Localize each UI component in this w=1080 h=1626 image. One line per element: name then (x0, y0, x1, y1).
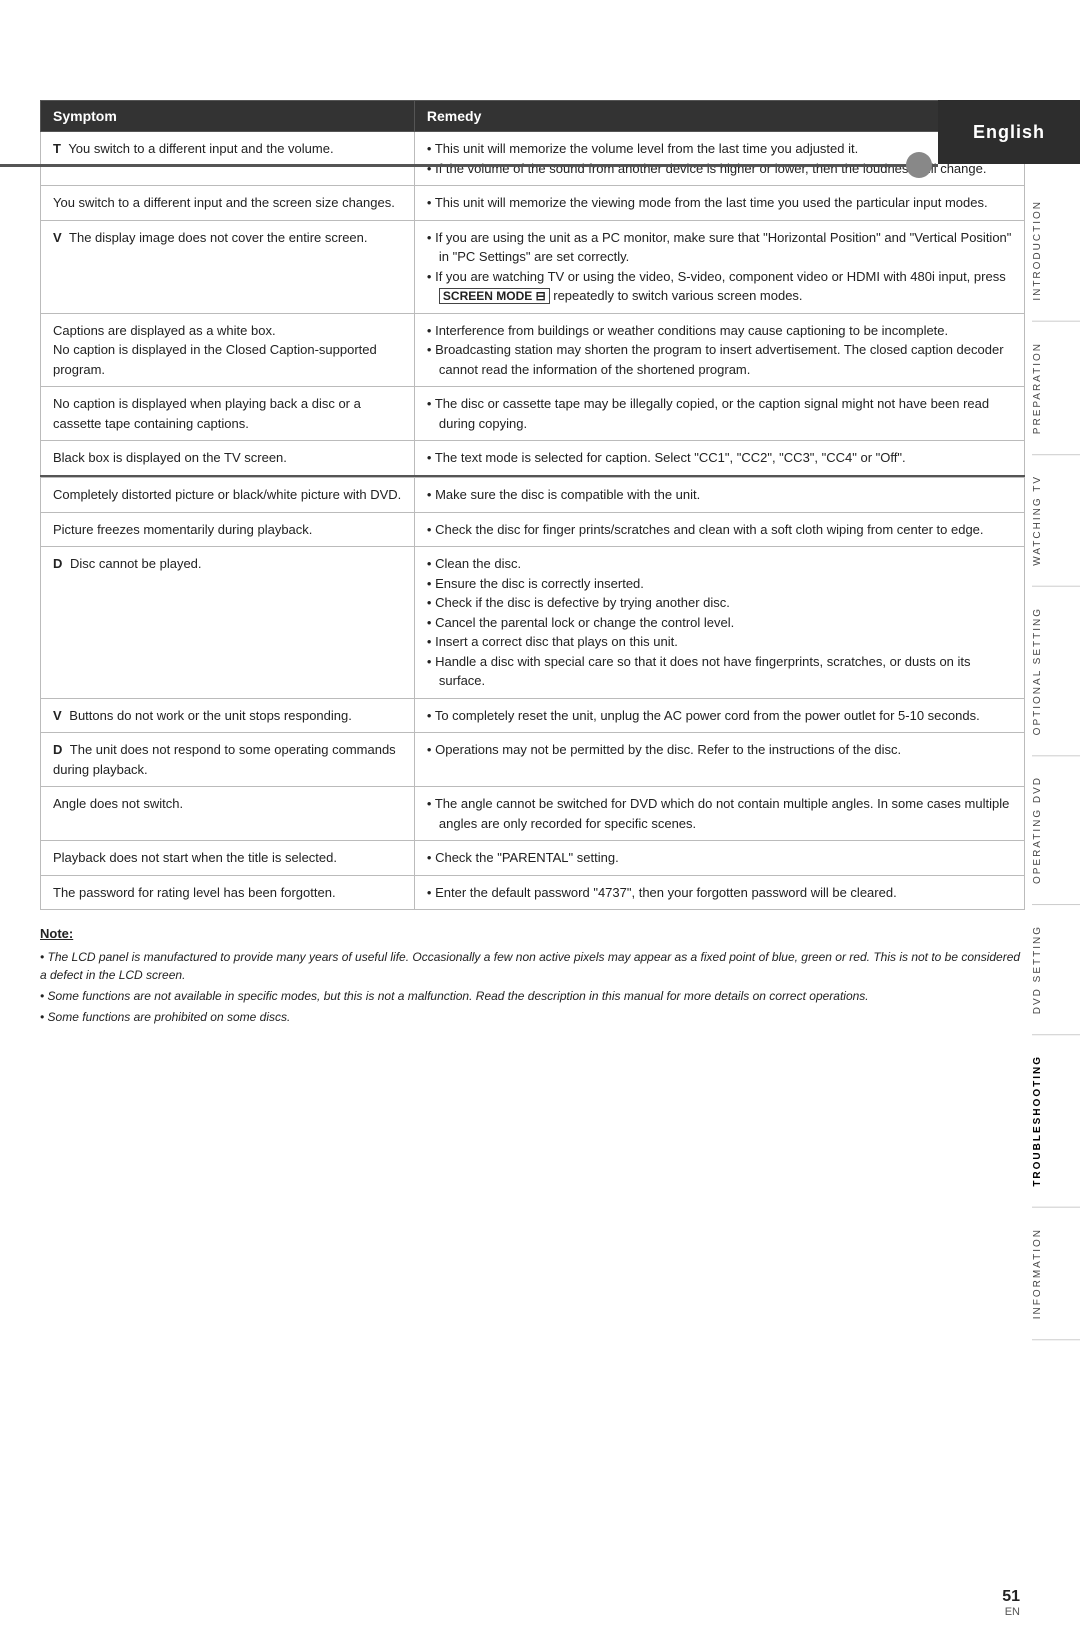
remedy-item: Check the disc for finger prints/scratch… (427, 520, 1012, 540)
remedy-cell: If you are using the unit as a PC monito… (414, 220, 1024, 313)
screen-mode-label: SCREEN MODE ⊟ (439, 288, 550, 304)
symptom-cell: Completely distorted picture or black/wh… (41, 478, 415, 513)
remedy-item: This unit will memorize the viewing mode… (427, 193, 1012, 213)
remedy-item: To completely reset the unit, unplug the… (427, 706, 1012, 726)
remedy-item: The disc or cassette tape may be illegal… (427, 394, 1012, 433)
row-marker: T (53, 139, 61, 159)
table-row: V Buttons do not work or the unit stops … (41, 698, 1025, 733)
page-number: 51 (1002, 1588, 1020, 1606)
remedy-item: Handle a disc with special care so that … (427, 652, 1012, 691)
page-lang: EN (1005, 1606, 1020, 1618)
remedy-item: Ensure the disc is correctly inserted. (427, 574, 1012, 594)
symptom-cell: Angle does not switch. (41, 787, 415, 841)
remedy-item: Broadcasting station may shorten the pro… (427, 340, 1012, 379)
col-header-symptom: Symptom (41, 101, 415, 132)
note-section: Note: The LCD panel is manufactured to p… (40, 924, 1025, 1026)
table-row: The password for rating level has been f… (41, 875, 1025, 910)
table-row: You switch to a different input and the … (41, 186, 1025, 221)
note-list: The LCD panel is manufactured to provide… (40, 948, 1025, 1026)
remedy-cell: Make sure the disc is compatible with th… (414, 478, 1024, 513)
remedy-cell: This unit will memorize the volume level… (414, 132, 1024, 186)
troubleshooting-table: Symptom Remedy T You switch to a differe… (40, 100, 1025, 910)
table-row: Completely distorted picture or black/wh… (41, 478, 1025, 513)
symptom-cell: V Buttons do not work or the unit stops … (41, 698, 415, 733)
remedy-cell: Enter the default password "4737", then … (414, 875, 1024, 910)
table-row: No caption is displayed when playing bac… (41, 387, 1025, 441)
symptom-cell: You switch to a different input and the … (41, 186, 415, 221)
table-row: V The display image does not cover the e… (41, 220, 1025, 313)
symptom-cell: T You switch to a different input and th… (41, 132, 415, 186)
remedy-item: Check if the disc is defective by trying… (427, 593, 1012, 613)
right-sidebar: INTRODUCTION PREPARATION WATCHING TV OPT… (1032, 100, 1080, 1626)
sidebar-preparation: PREPARATION (1032, 322, 1080, 455)
table-row: Playback does not start when the title i… (41, 841, 1025, 876)
remedy-item: The text mode is selected for caption. S… (427, 448, 1012, 468)
sidebar-operating-dvd: OPERATING DVD (1032, 756, 1080, 905)
remedy-cell: The text mode is selected for caption. S… (414, 441, 1024, 476)
symptom-cell: Playback does not start when the title i… (41, 841, 415, 876)
note-item: The LCD panel is manufactured to provide… (40, 948, 1025, 984)
table-row: D The unit does not respond to some oper… (41, 733, 1025, 787)
symptom-cell: Picture freezes momentarily during playb… (41, 512, 415, 547)
remedy-item: Clean the disc. (427, 554, 1012, 574)
sidebar-optional-setting: OPTIONAL SETTING (1032, 587, 1080, 756)
symptom-cell: Captions are displayed as a white box. N… (41, 313, 415, 387)
sidebar-introduction: INTRODUCTION (1032, 180, 1080, 322)
symptom-cell: The password for rating level has been f… (41, 875, 415, 910)
symptom-cell: D The unit does not respond to some oper… (41, 733, 415, 787)
remedy-item: The angle cannot be switched for DVD whi… (427, 794, 1012, 833)
remedy-item: Operations may not be permitted by the d… (427, 740, 1012, 760)
symptom-cell: V The display image does not cover the e… (41, 220, 415, 313)
note-item: Some functions are prohibited on some di… (40, 1008, 1025, 1026)
remedy-item: If you are watching TV or using the vide… (427, 267, 1012, 306)
note-item: Some functions are not available in spec… (40, 987, 1025, 1005)
table-row: T You switch to a different input and th… (41, 132, 1025, 186)
sidebar-dvd-setting: DVD SETTING (1032, 905, 1080, 1035)
note-title: Note: (40, 926, 73, 941)
remedy-cell: Clean the disc. Ensure the disc is corre… (414, 547, 1024, 699)
symptom-cell: D Disc cannot be played. (41, 547, 415, 699)
table-row: Captions are displayed as a white box. N… (41, 313, 1025, 387)
remedy-cell: The disc or cassette tape may be illegal… (414, 387, 1024, 441)
col-header-remedy: Remedy (414, 101, 1024, 132)
table-row: D Disc cannot be played. Clean the disc.… (41, 547, 1025, 699)
remedy-item: Insert a correct disc that plays on this… (427, 632, 1012, 652)
row-marker: V (53, 706, 62, 726)
remedy-item: Enter the default password "4737", then … (427, 883, 1012, 903)
remedy-item: If you are using the unit as a PC monito… (427, 228, 1012, 267)
sidebar-watching-tv: WATCHING TV (1032, 455, 1080, 587)
remedy-cell: Check the disc for finger prints/scratch… (414, 512, 1024, 547)
remedy-cell: Operations may not be permitted by the d… (414, 733, 1024, 787)
sidebar-information: INFORMATION (1032, 1208, 1080, 1340)
remedy-cell: Interference from buildings or weather c… (414, 313, 1024, 387)
main-content: Symptom Remedy T You switch to a differe… (40, 100, 1025, 1069)
circle-accent (906, 152, 932, 178)
remedy-cell: The angle cannot be switched for DVD whi… (414, 787, 1024, 841)
remedy-cell: This unit will memorize the viewing mode… (414, 186, 1024, 221)
table-row: Picture freezes momentarily during playb… (41, 512, 1025, 547)
table-row: Black box is displayed on the TV screen.… (41, 441, 1025, 476)
row-marker: V (53, 228, 62, 248)
remedy-item: Cancel the parental lock or change the c… (427, 613, 1012, 633)
remedy-item: Make sure the disc is compatible with th… (427, 485, 1012, 505)
symptom-cell: Black box is displayed on the TV screen. (41, 441, 415, 476)
remedy-item: Interference from buildings or weather c… (427, 321, 1012, 341)
row-marker: D (53, 554, 62, 574)
table-row: Angle does not switch. The angle cannot … (41, 787, 1025, 841)
remedy-cell: To completely reset the unit, unplug the… (414, 698, 1024, 733)
row-marker: D (53, 740, 62, 760)
remedy-cell: Check the "PARENTAL" setting. (414, 841, 1024, 876)
top-rule (0, 164, 938, 167)
sidebar-troubleshooting: TROUBLESHOOTING (1032, 1035, 1080, 1208)
remedy-item: Check the "PARENTAL" setting. (427, 848, 1012, 868)
symptom-cell: No caption is displayed when playing bac… (41, 387, 415, 441)
